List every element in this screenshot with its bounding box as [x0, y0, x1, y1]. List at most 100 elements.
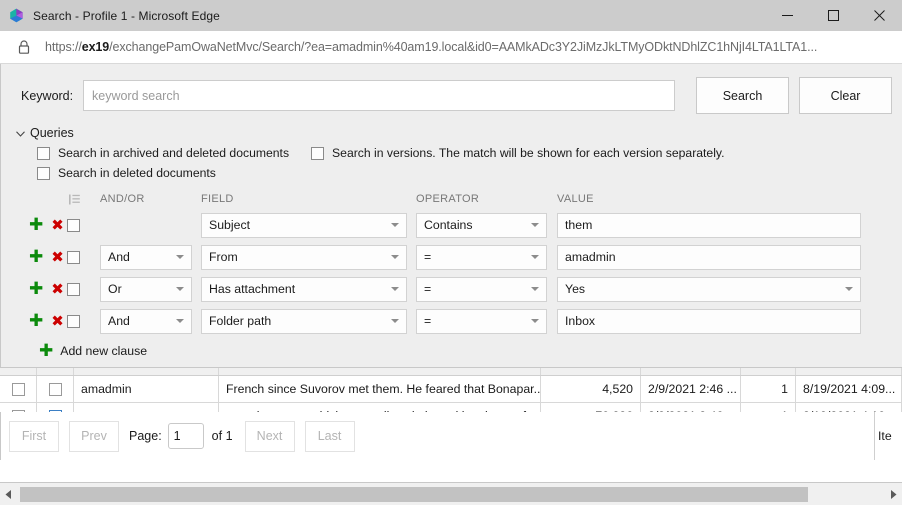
minimize-button[interactable] — [764, 0, 810, 31]
operator-select[interactable]: = — [416, 309, 547, 334]
field-select[interactable]: Subject — [201, 213, 407, 238]
chevron-down-icon — [531, 223, 539, 227]
clause-field-cell: From — [201, 245, 416, 270]
scroll-right-icon[interactable] — [885, 483, 902, 505]
next-page-button[interactable]: Next — [245, 421, 295, 452]
row-flag-cell[interactable] — [37, 403, 74, 412]
operator-select-value: = — [424, 282, 431, 296]
chevron-down-icon — [391, 223, 399, 227]
delete-clause-icon[interactable]: ✖ — [51, 218, 64, 233]
page-content: Keyword: Search Clear Queries Search in … — [0, 64, 902, 505]
cell-modified: 8/19/2021 4:10 — [796, 403, 902, 412]
clause-checkbox[interactable] — [67, 219, 80, 232]
clause-row: ✚ ✖ And From — [1, 241, 902, 273]
value-select[interactable]: Yes — [557, 277, 861, 302]
scrollbar-track[interactable] — [17, 483, 885, 505]
clause-checkbox[interactable] — [67, 315, 80, 328]
field-select[interactable]: Folder path — [201, 309, 407, 334]
row-select-cell[interactable] — [0, 403, 37, 412]
table-row[interactable]: ourselves was, which generally culminate… — [0, 403, 902, 412]
add-new-clause-label: Add new clause — [60, 344, 147, 358]
first-page-button[interactable]: First — [9, 421, 59, 452]
header-from-col — [74, 368, 219, 375]
chevron-down-icon — [391, 255, 399, 259]
cell-size: 4,520 — [541, 376, 641, 402]
clause-value-cell — [557, 245, 867, 270]
andor-select[interactable]: And — [100, 245, 192, 270]
maximize-button[interactable] — [810, 0, 856, 31]
window-controls — [764, 0, 902, 31]
field-select-value: Folder path — [209, 314, 271, 328]
field-select[interactable]: Has attachment — [201, 277, 407, 302]
row-checkbox[interactable] — [12, 383, 25, 396]
search-form: Keyword: Search Clear Queries Search in … — [0, 64, 902, 367]
queries-section-header[interactable]: Queries — [1, 123, 902, 143]
clause-select-cell — [67, 219, 100, 232]
clause-row: ✚ ✖ Subject Contains — [1, 209, 902, 241]
search-options-row-1: Search in archived and deleted documents… — [1, 143, 902, 163]
cell-modified: 8/19/2021 4:09... — [796, 376, 902, 402]
url-path: /exchangePamOwaNetMvc/Search/?ea=amadmin… — [109, 40, 817, 54]
delete-clause-icon[interactable]: ✖ — [51, 250, 64, 265]
horizontal-scrollbar[interactable] — [0, 482, 902, 505]
clause-andor-cell: Or — [100, 277, 201, 302]
header-flag-col — [37, 368, 74, 375]
keyword-input[interactable] — [83, 80, 675, 111]
add-clause-icon[interactable]: ✚ — [29, 249, 43, 266]
checkbox-search-archived-deleted[interactable] — [37, 147, 50, 160]
andor-select[interactable]: Or — [100, 277, 192, 302]
column-header-operator: OPERATOR — [416, 193, 557, 205]
url-text[interactable]: https://ex19/exchangePamOwaNetMvc/Search… — [45, 40, 817, 54]
operator-select[interactable]: Contains — [416, 213, 547, 238]
checkbox-search-deleted[interactable] — [37, 167, 50, 180]
chevron-down-icon — [531, 255, 539, 259]
clause-row: ✚ ✖ Or Has attachment — [1, 273, 902, 305]
chevron-down-icon — [531, 287, 539, 291]
delete-clause-icon[interactable]: ✖ — [51, 314, 64, 329]
row-flag-checkbox[interactable] — [49, 383, 62, 396]
close-button[interactable] — [856, 0, 902, 31]
edge-logo-icon — [8, 7, 25, 24]
value-input[interactable] — [557, 245, 861, 270]
field-select[interactable]: From — [201, 245, 407, 270]
prev-page-button[interactable]: Prev — [69, 421, 119, 452]
table-row[interactable]: amadmin French since Suvorov met them. H… — [0, 376, 902, 403]
queries-label: Queries — [30, 126, 74, 140]
add-clause-icon[interactable]: ✚ — [29, 313, 43, 330]
row-flag-cell[interactable] — [37, 376, 74, 402]
add-clause-icon[interactable]: ✚ — [29, 217, 43, 234]
clause-select-cell — [67, 251, 100, 264]
delete-clause-icon[interactable]: ✖ — [51, 282, 64, 297]
cell-from — [74, 403, 219, 412]
chevron-down-icon — [391, 287, 399, 291]
clear-button[interactable]: Clear — [799, 77, 892, 114]
value-input[interactable] — [557, 309, 861, 334]
search-button[interactable]: Search — [696, 77, 789, 114]
add-clause-icon[interactable]: ✚ — [29, 281, 43, 298]
page-total-label: of 1 — [212, 429, 233, 443]
last-page-button[interactable]: Last — [305, 421, 355, 452]
operator-select[interactable]: = — [416, 245, 547, 270]
checkbox-search-versions[interactable] — [311, 147, 324, 160]
operator-select[interactable]: = — [416, 277, 547, 302]
scroll-left-icon[interactable] — [0, 483, 17, 505]
cell-count: 1 — [741, 376, 796, 402]
add-new-clause-button[interactable]: ✚ Add new clause — [1, 339, 902, 363]
row-select-cell[interactable] — [0, 376, 37, 402]
address-bar[interactable]: https://ex19/exchangePamOwaNetMvc/Search… — [0, 31, 902, 64]
clause-field-cell: Subject — [201, 213, 416, 238]
page-filler — [0, 460, 902, 482]
clause-actions: ✚ ✖ — [1, 313, 67, 330]
cell-subject: ourselves was, which generally culminate… — [219, 403, 541, 412]
clause-checkbox[interactable] — [67, 283, 80, 296]
value-input[interactable] — [557, 213, 861, 238]
andor-select[interactable]: And — [100, 309, 192, 334]
clause-checkbox[interactable] — [67, 251, 80, 264]
page-number-input[interactable] — [168, 423, 204, 449]
list-menu-icon[interactable] — [69, 194, 80, 205]
chevron-down-icon[interactable] — [16, 130, 25, 139]
clause-menu-header — [67, 194, 100, 205]
results-grid: amadmin French since Suvorov met them. H… — [0, 367, 902, 412]
cell-size: 70,226 — [541, 403, 641, 412]
scrollbar-thumb[interactable] — [20, 487, 808, 502]
